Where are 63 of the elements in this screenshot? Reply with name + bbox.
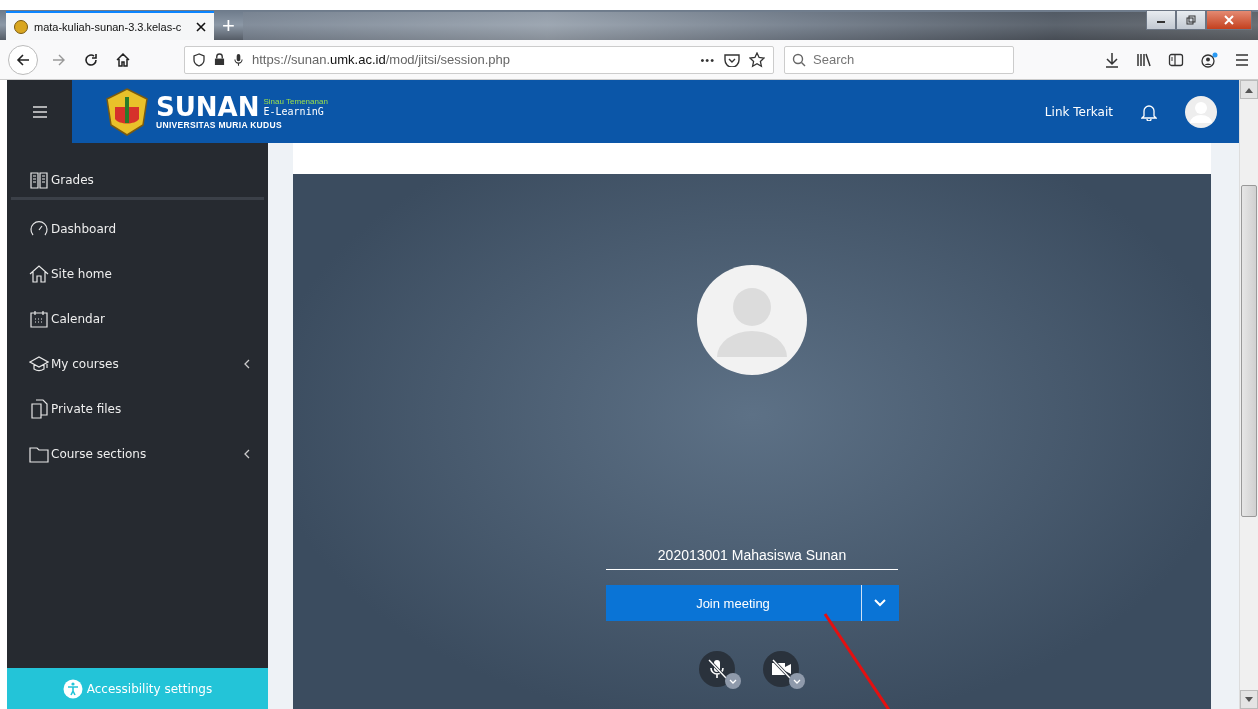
product-name: E-LearninG	[263, 105, 325, 117]
restore-button[interactable]	[1176, 10, 1206, 30]
library-icon[interactable]	[1136, 51, 1152, 68]
address-bar[interactable]: https://sunan.umk.ac.id/mod/jitsi/session.php •••	[184, 45, 774, 74]
bell-icon[interactable]	[1141, 102, 1157, 121]
microphone-icon	[234, 53, 243, 66]
restore-icon	[1186, 15, 1196, 25]
chevron-icon[interactable]	[244, 358, 250, 369]
back-button[interactable]	[8, 44, 38, 75]
files-icon	[29, 398, 49, 419]
sidebar-item[interactable]: Calendar	[7, 296, 268, 341]
shield-icon	[193, 52, 205, 67]
url-text: https://sunan.umk.ac.id/mod/jitsi/session.php	[252, 52, 511, 67]
close-button[interactable]	[1206, 10, 1252, 30]
camera-toggle-button[interactable]	[763, 651, 805, 689]
close-icon	[1224, 15, 1234, 25]
chevron-down-icon[interactable]	[725, 673, 741, 689]
join-meeting-button[interactable]: Join meeting	[605, 585, 861, 621]
chevron-icon[interactable]	[244, 448, 250, 459]
join-options-button[interactable]	[860, 585, 899, 621]
scrollbar-thumb[interactable]	[1241, 185, 1257, 517]
tab-title: mata-kuliah-sunan-3.3.kelas-c	[34, 20, 183, 33]
up-arrow-icon	[1245, 86, 1253, 93]
lock-icon	[214, 53, 225, 66]
avatar-icon[interactable]	[1185, 95, 1217, 128]
sidebar-item[interactable]: Site home	[7, 251, 268, 296]
home-icon[interactable]	[115, 51, 131, 68]
crest-icon	[14, 19, 28, 34]
book-icon	[29, 169, 49, 190]
menu-icon[interactable]	[1234, 51, 1250, 68]
house-icon	[29, 263, 49, 284]
account-icon[interactable]	[1200, 51, 1218, 68]
star-icon[interactable]	[749, 51, 765, 68]
chevron-down-icon[interactable]	[789, 673, 805, 689]
accessibility-icon	[62, 678, 83, 699]
scroll-down-button[interactable]	[1240, 690, 1258, 709]
display-name-field[interactable]: 202013001 Mahasiswa Sunan	[606, 547, 898, 570]
pocket-icon[interactable]	[724, 52, 740, 67]
brand-name: SUNAN	[156, 93, 260, 120]
search-field[interactable]: Search	[784, 45, 1014, 74]
university-name: UNIVERSITAS MURIA KUDUS	[156, 119, 283, 130]
sidebar-icon[interactable]	[1168, 51, 1184, 68]
page-actions-button[interactable]: •••	[700, 53, 715, 66]
minimize-button[interactable]	[1146, 10, 1176, 30]
down-arrow-icon	[1245, 696, 1253, 703]
menu-icon[interactable]	[32, 105, 47, 118]
link-terkait-link[interactable]: Link Terkait	[1044, 104, 1113, 119]
close-icon[interactable]	[196, 21, 206, 32]
sidebar-item[interactable]: Private files	[7, 386, 268, 431]
chevron-down-icon	[874, 599, 886, 607]
download-icon[interactable]	[1104, 51, 1120, 68]
sidebar-item[interactable]: Dashboard	[7, 206, 268, 251]
scroll-up-button[interactable]	[1240, 80, 1258, 99]
reload-icon[interactable]	[83, 51, 99, 68]
tagline: Sinau Temenanan	[263, 96, 328, 106]
sidebar-item[interactable]: Grades	[7, 157, 268, 202]
back-arrow-icon	[15, 51, 31, 68]
calendar-icon	[29, 308, 49, 329]
sidebar-item[interactable]: My courses	[7, 341, 268, 386]
sidebar-item[interactable]: Course sections	[7, 431, 268, 476]
browser-tab[interactable]: mata-kuliah-sunan-3.3.kelas-c	[6, 11, 214, 40]
microphone-toggle-button[interactable]	[699, 651, 741, 689]
avatar-icon	[697, 265, 807, 375]
